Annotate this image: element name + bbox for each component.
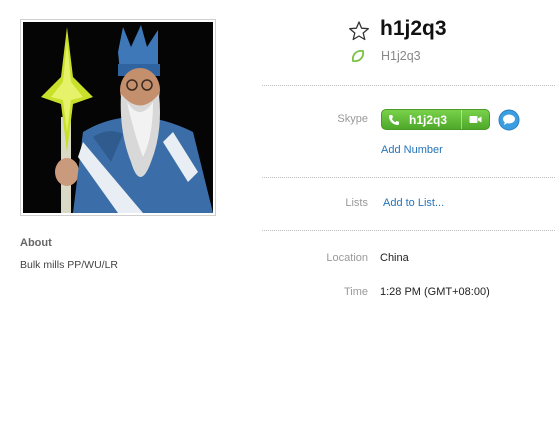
location-value: China [380, 252, 409, 264]
about-text: Bulk mills PP/WU/LR [20, 259, 119, 271]
contact-display-name: h1j2q3 [380, 17, 447, 40]
skype-name: H1j2q3 [381, 49, 421, 63]
add-number-link[interactable]: Add Number [381, 144, 443, 156]
green-leaf-icon [351, 49, 365, 63]
location-label: Location [326, 252, 368, 264]
divider [262, 85, 555, 86]
video-camera-icon [469, 116, 482, 123]
avatar-image [23, 22, 213, 213]
divider [262, 177, 555, 178]
star-outline-icon[interactable] [348, 20, 370, 42]
time-value: 1:28 PM (GMT+08:00) [380, 286, 490, 298]
call-button-label: h1j2q3 [409, 112, 448, 127]
skype-label: Skype [337, 113, 368, 125]
video-call-button[interactable] [462, 110, 489, 129]
chat-bubble-icon[interactable] [498, 109, 520, 131]
call-button[interactable]: h1j2q3 [382, 110, 462, 129]
time-label: Time [343, 286, 368, 298]
call-button-group: h1j2q3 [381, 109, 490, 130]
divider [262, 230, 555, 231]
profile-avatar [20, 19, 216, 216]
about-heading: About [20, 237, 52, 249]
add-to-list-link[interactable]: Add to List... [383, 197, 444, 209]
phone-icon [389, 114, 399, 125]
lists-label: Lists [345, 197, 368, 209]
